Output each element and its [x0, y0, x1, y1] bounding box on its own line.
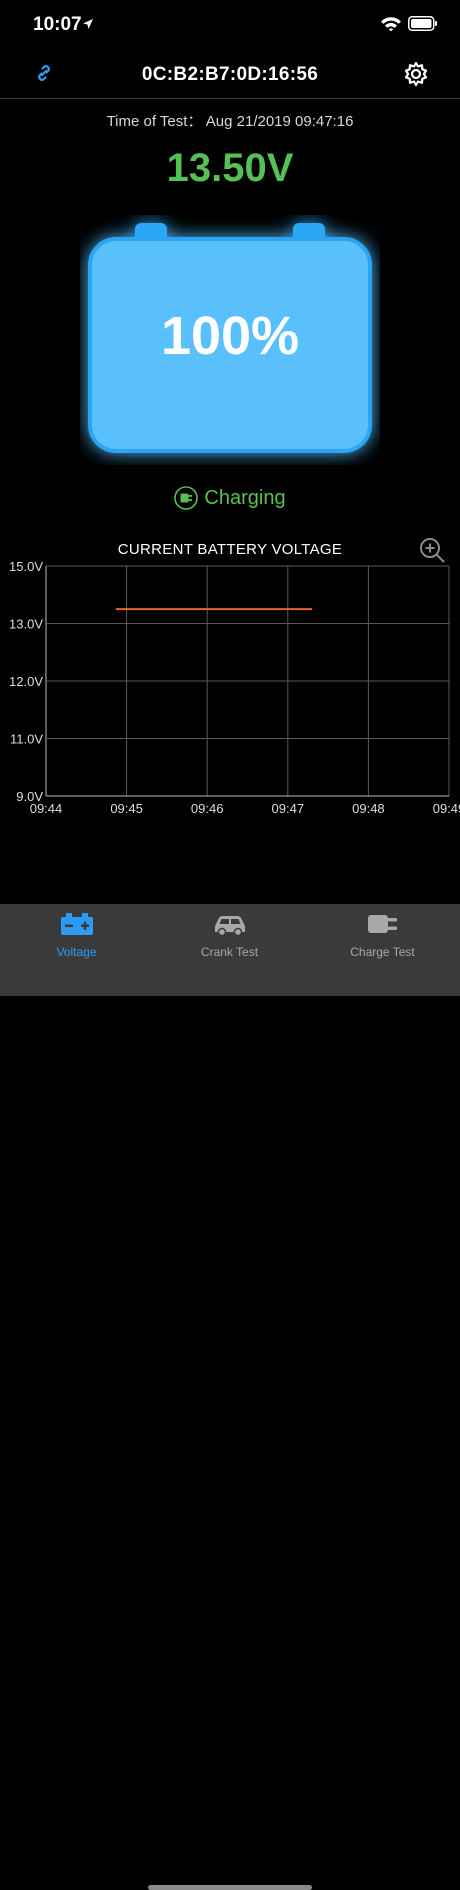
- x-tick-label: 09:49: [433, 801, 460, 816]
- wifi-icon: [381, 17, 401, 32]
- home-indicator[interactable]: [148, 1885, 312, 1890]
- time-of-test: Time of Test： Aug 21/2019 09:47:16: [106, 113, 354, 130]
- device-address-title: 0C:B2:B7:0D:16:56: [141, 64, 319, 85]
- tab-voltage-label: Voltage: [56, 945, 97, 959]
- battery-percent: 100%: [160, 306, 300, 366]
- y-tick-label: 15.0V: [9, 559, 43, 574]
- status-bar: 10:07: [0, 0, 460, 50]
- gear-icon[interactable]: [402, 60, 430, 88]
- x-tick-label: 09:45: [110, 801, 143, 816]
- location-arrow-icon: [83, 19, 93, 29]
- tab-bar: Voltage Crank Test Charge Test: [0, 904, 460, 1890]
- x-tick-label: 09:47: [272, 801, 305, 816]
- tab-charge-test-label: Charge Test: [350, 945, 415, 959]
- tab-crank-test-label: Crank Test: [200, 945, 259, 959]
- status-time: 10:07: [33, 14, 82, 35]
- voltage-reading: 13.50V: [166, 146, 294, 190]
- y-tick-label: 9.0V: [16, 789, 43, 804]
- charging-plug-icon: [174, 486, 199, 510]
- y-tick-label: 11.0V: [10, 732, 43, 747]
- plug-icon: [367, 915, 397, 933]
- status-battery-icon: [408, 16, 437, 31]
- car-icon: [214, 916, 245, 936]
- x-tick-label: 09:48: [352, 801, 385, 816]
- navigation-bar: 0C:B2:B7:0D:16:56: [0, 52, 460, 99]
- voltage-chart: 09:4409:4509:4609:4709:4809:4915.0V13.0V…: [9, 559, 460, 816]
- tab-crank-test[interactable]: Crank Test: [153, 904, 306, 974]
- tab-voltage[interactable]: Voltage: [0, 904, 153, 974]
- x-tick-label: 09:46: [191, 801, 224, 816]
- charging-indicator: Charging: [0, 486, 460, 518]
- charging-label: Charging: [204, 486, 286, 509]
- y-tick-label: 12.0V: [9, 674, 43, 689]
- tab-charge-test[interactable]: Charge Test: [306, 904, 459, 974]
- y-tick-label: 13.0V: [9, 617, 43, 632]
- battery-icon: [60, 913, 93, 935]
